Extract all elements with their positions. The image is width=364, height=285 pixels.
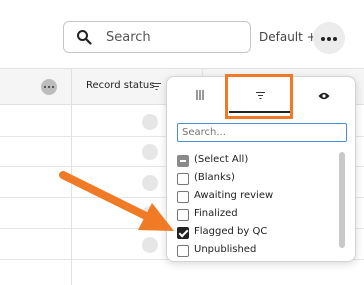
filter-option-label: Finalized [194, 208, 238, 219]
columns-icon [196, 90, 204, 100]
filter-option-label: Awaiting review [194, 190, 274, 201]
more-horizontal-icon [321, 37, 325, 41]
column-menu-button[interactable] [41, 79, 57, 95]
more-dot [327, 37, 331, 41]
filter-option-label: Flagged by QC [194, 226, 268, 237]
more-horizontal-icon [44, 86, 46, 88]
search-input[interactable]: Search [63, 21, 251, 53]
arrow-icon [59, 171, 174, 231]
tab-columns[interactable] [167, 77, 229, 113]
status-indicator [142, 144, 158, 160]
more-dot [333, 37, 337, 41]
status-indicator [142, 114, 158, 130]
filter-option-label: (Blanks) [194, 172, 235, 183]
more-options-button[interactable] [313, 22, 345, 54]
search-icon [77, 30, 92, 45]
more-dot [48, 86, 50, 88]
more-dot [52, 86, 54, 88]
column-header-record-status[interactable]: Record status [86, 80, 154, 91]
filter-search-input[interactable] [177, 123, 347, 142]
filter-icon[interactable] [152, 83, 161, 90]
checkbox[interactable] [177, 245, 189, 257]
scrollbar[interactable] [339, 152, 345, 248]
search-placeholder: Search [106, 30, 151, 45]
filter-option-label: (Select All) [194, 154, 249, 165]
eye-icon [318, 92, 330, 100]
highlight-box [225, 74, 293, 119]
filter-option-label: Unpublished [194, 244, 257, 255]
tab-visibility[interactable] [291, 77, 355, 113]
view-selector[interactable]: Default + [259, 30, 317, 44]
